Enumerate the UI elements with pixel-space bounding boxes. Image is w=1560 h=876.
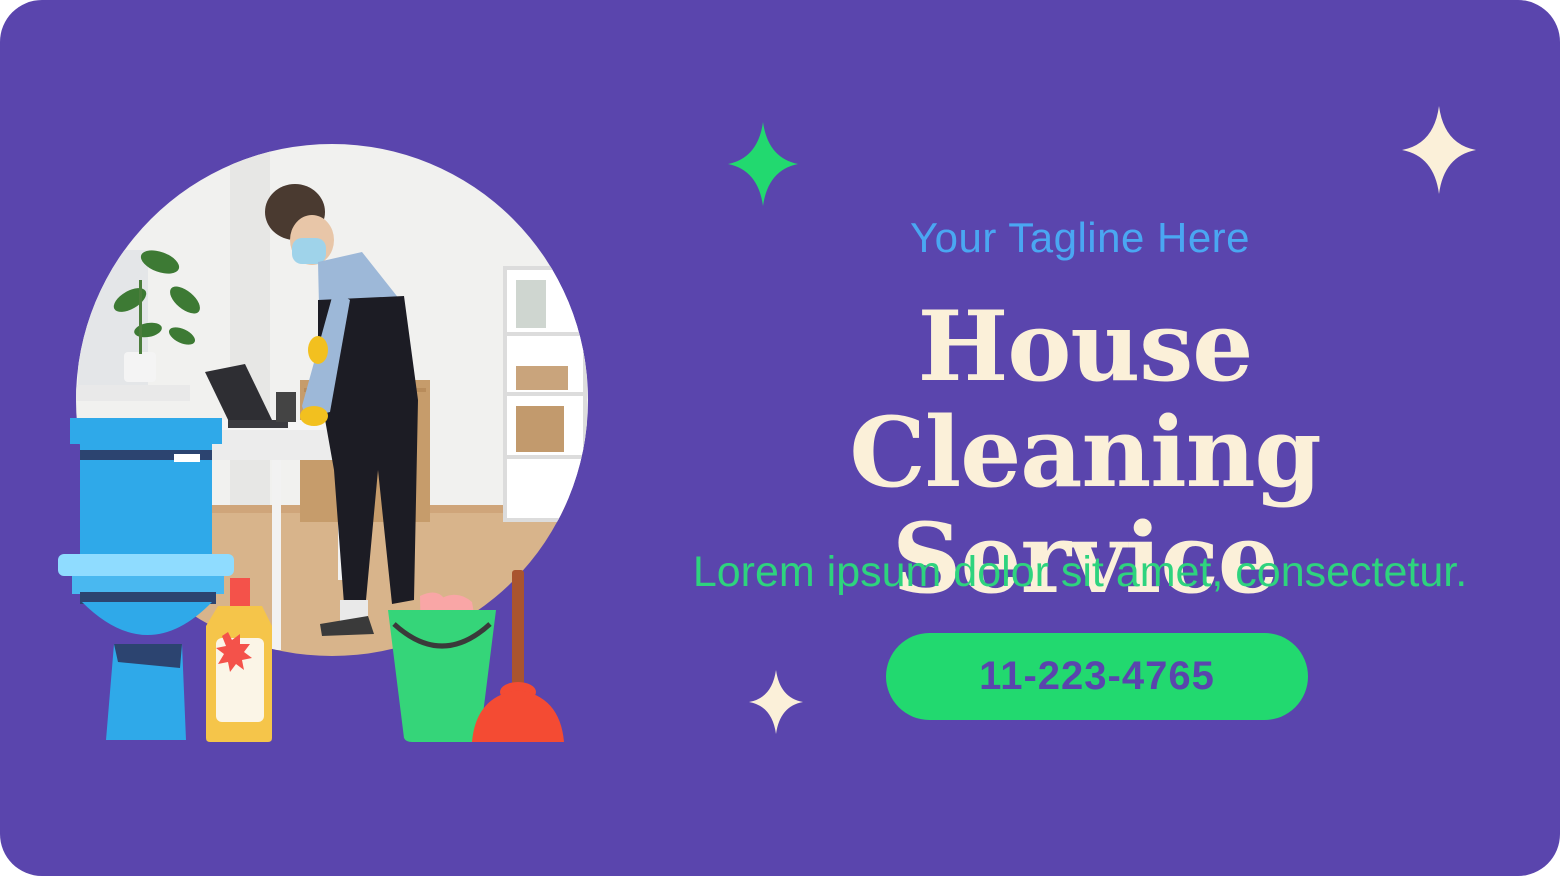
tagline: Your Tagline Here bbox=[909, 214, 1251, 261]
hero-illustration bbox=[0, 0, 700, 876]
sparkle-icon bbox=[749, 670, 803, 734]
body-text: Lorem ipsum dolor sit amet, consectetur. bbox=[692, 548, 1468, 596]
headline-line-1: House Cleaning bbox=[849, 290, 1321, 509]
sparkle-icon bbox=[728, 122, 798, 206]
plunger-icon bbox=[472, 570, 564, 742]
cleaner-bottle-icon bbox=[206, 578, 272, 742]
banner-card: Your Tagline Here House Cleaning Service… bbox=[0, 0, 1560, 876]
sparkle-icon bbox=[1402, 106, 1476, 194]
phone-number-button[interactable]: 11-223-4765 bbox=[886, 633, 1308, 720]
